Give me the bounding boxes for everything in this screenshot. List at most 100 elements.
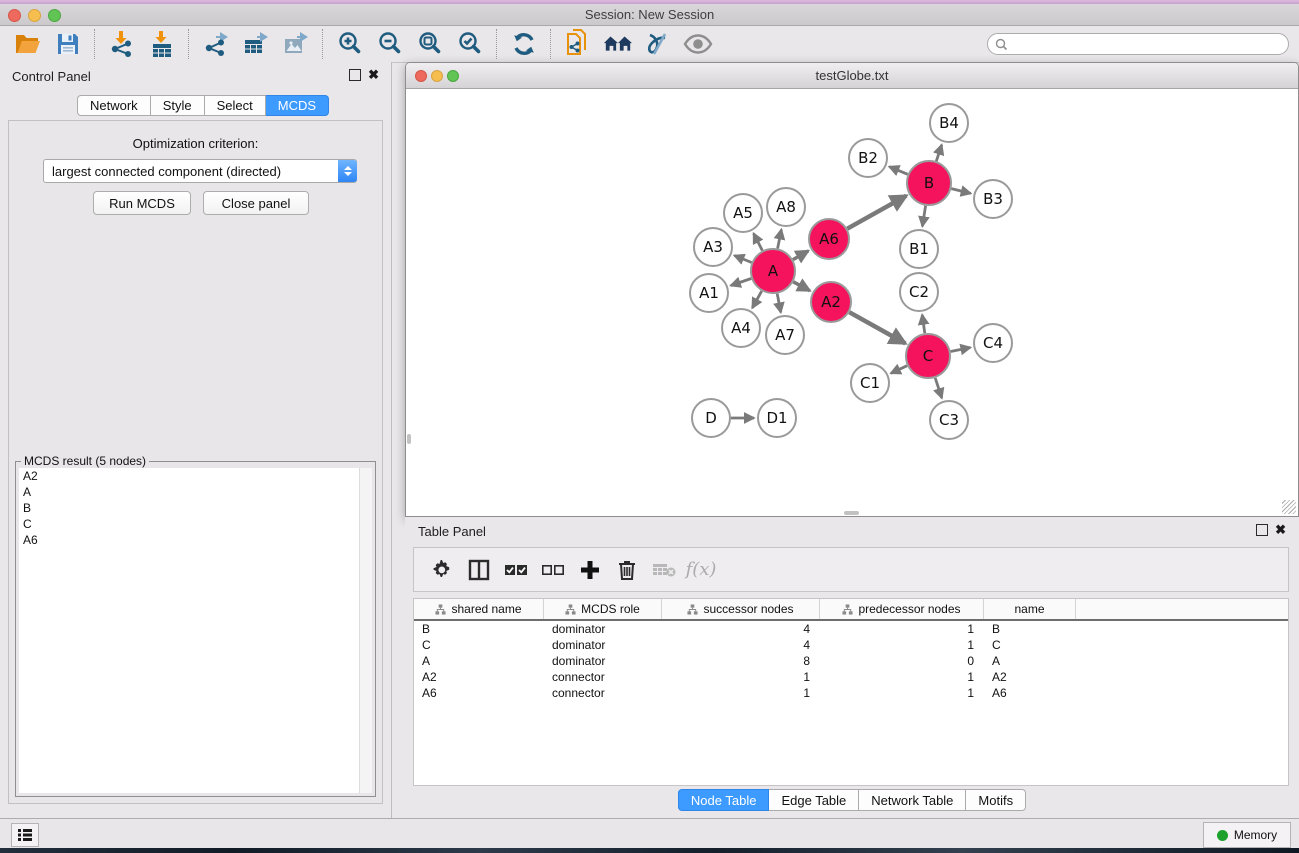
close-panel-icon[interactable]: ✖ — [1275, 524, 1286, 536]
graph-node-A2[interactable]: A2 — [811, 282, 851, 322]
save-session-icon[interactable] — [53, 29, 83, 59]
table-cell[interactable]: 0 — [820, 654, 984, 668]
table-cell[interactable]: 4 — [662, 638, 820, 652]
table-cell[interactable]: A6 — [414, 686, 544, 700]
table-cell[interactable]: 1 — [662, 686, 820, 700]
graph-edge-A-A8[interactable] — [778, 230, 782, 249]
graph-edge-C-C4[interactable] — [951, 348, 971, 352]
tab-node-table[interactable]: Node Table — [678, 789, 770, 811]
close-window-button[interactable] — [8, 9, 21, 22]
network-minimize-button[interactable] — [431, 70, 443, 82]
delete-column-icon[interactable] — [613, 556, 641, 584]
unselect-all-icon[interactable] — [539, 556, 567, 584]
new-network-from-selection-icon[interactable] — [563, 29, 593, 59]
eye-icon[interactable] — [683, 29, 713, 59]
graph-edge-A-A2[interactable] — [793, 282, 810, 291]
mcds-result-item[interactable]: A6 — [19, 532, 360, 548]
graph-edge-B-B2[interactable] — [889, 167, 907, 175]
search-box[interactable] — [987, 33, 1289, 55]
graph-node-B1[interactable]: B1 — [900, 230, 938, 268]
table-cell[interactable]: dominator — [544, 622, 662, 636]
zoom-in-icon[interactable] — [335, 29, 365, 59]
mcds-result-list[interactable]: A2ABCA6 — [19, 468, 360, 793]
graph-edge-A-A3[interactable] — [734, 256, 751, 263]
table-cell[interactable]: connector — [544, 686, 662, 700]
import-table-icon[interactable] — [147, 29, 177, 59]
zoom-window-button[interactable] — [48, 9, 61, 22]
vertical-scroll-indicator[interactable] — [407, 434, 411, 444]
table-cell[interactable]: A2 — [984, 670, 1076, 684]
export-table-icon[interactable] — [241, 29, 271, 59]
zoom-selected-icon[interactable] — [455, 29, 485, 59]
export-image-icon[interactable] — [281, 29, 311, 59]
graph-edge-A-A7[interactable] — [777, 294, 781, 313]
window-resize-grip[interactable] — [1282, 500, 1296, 514]
table-cell[interactable]: 1 — [820, 638, 984, 652]
graph-edge-A-A1[interactable] — [731, 279, 751, 286]
graph-edge-A-A5[interactable] — [754, 233, 763, 250]
mcds-result-item[interactable]: A2 — [19, 468, 360, 484]
function-builder-icon[interactable]: f(x) — [687, 556, 715, 584]
column-header-shared-name[interactable]: shared name — [414, 599, 544, 619]
table-cell[interactable]: A — [414, 654, 544, 668]
graph-node-D[interactable]: D — [692, 399, 730, 437]
mcds-result-item[interactable]: A — [19, 484, 360, 500]
table-cell[interactable]: dominator — [544, 638, 662, 652]
graph-edge-A-A4[interactable] — [752, 291, 761, 308]
graph-node-A1[interactable]: A1 — [690, 274, 728, 312]
float-panel-icon[interactable] — [1256, 524, 1268, 536]
table-cell[interactable]: dominator — [544, 654, 662, 668]
column-header-name[interactable]: name — [984, 599, 1076, 619]
tab-style[interactable]: Style — [151, 95, 205, 116]
graph-edge-C-C2[interactable] — [922, 315, 925, 333]
graph-edge-B-B1[interactable] — [922, 206, 925, 227]
graph-edge-A2-C[interactable] — [849, 312, 905, 343]
network-canvas[interactable]: B4B2BB3A8A5A6A3B1AC2A1A2A4A7C4CC1DD1C3 — [406, 89, 1298, 513]
import-network-icon[interactable] — [107, 29, 137, 59]
tab-mcds[interactable]: MCDS — [266, 95, 329, 116]
table-cell[interactable]: 4 — [662, 622, 820, 636]
table-row[interactable]: Adominator80A — [414, 653, 1288, 669]
graph-edge-B-B3[interactable] — [951, 189, 970, 194]
tab-edge-table[interactable]: Edge Table — [769, 789, 859, 811]
close-panel-button[interactable]: Close panel — [203, 191, 309, 215]
task-history-button[interactable] — [11, 823, 39, 847]
zoom-fit-icon[interactable] — [415, 29, 445, 59]
column-header-successor-nodes[interactable]: successor nodes — [662, 599, 820, 619]
network-zoom-button[interactable] — [447, 70, 459, 82]
graph-node-B[interactable]: B — [907, 161, 951, 205]
graph-node-B3[interactable]: B3 — [974, 180, 1012, 218]
graph-node-C[interactable]: C — [906, 334, 950, 378]
table-cell[interactable]: B — [984, 622, 1076, 636]
tab-motifs[interactable]: Motifs — [966, 789, 1026, 811]
table-cell[interactable]: 1 — [820, 670, 984, 684]
graph-edge-A-A6[interactable] — [793, 251, 808, 260]
network-window-titlebar[interactable]: testGlobe.txt — [406, 63, 1298, 89]
table-row[interactable]: A6connector11A6 — [414, 685, 1288, 701]
float-panel-icon[interactable] — [349, 69, 361, 81]
graph-node-D1[interactable]: D1 — [758, 399, 796, 437]
graph-edge-B-B4[interactable] — [936, 145, 941, 161]
graph-node-C3[interactable]: C3 — [930, 401, 968, 439]
graph-node-A4[interactable]: A4 — [722, 309, 760, 347]
table-cell[interactable]: 1 — [662, 670, 820, 684]
table-cell[interactable]: C — [984, 638, 1076, 652]
add-column-icon[interactable] — [576, 556, 604, 584]
table-cell[interactable]: A2 — [414, 670, 544, 684]
graph-node-A6[interactable]: A6 — [809, 219, 849, 259]
mcds-result-item[interactable]: C — [19, 516, 360, 532]
mcds-result-scrollbar[interactable] — [359, 468, 372, 793]
table-row[interactable]: Cdominator41C — [414, 637, 1288, 653]
table-cell[interactable]: 1 — [820, 622, 984, 636]
network-close-button[interactable] — [415, 70, 427, 82]
run-mcds-button[interactable]: Run MCDS — [93, 191, 191, 215]
refresh-icon[interactable] — [509, 29, 539, 59]
memory-button[interactable]: Memory — [1203, 822, 1291, 848]
network-home-icon[interactable] — [603, 29, 633, 59]
tab-select[interactable]: Select — [205, 95, 266, 116]
table-cell[interactable]: B — [414, 622, 544, 636]
horizontal-scroll-indicator[interactable] — [844, 511, 859, 515]
table-cell[interactable]: 8 — [662, 654, 820, 668]
graph-node-A7[interactable]: A7 — [766, 316, 804, 354]
graph-node-A5[interactable]: A5 — [724, 194, 762, 232]
